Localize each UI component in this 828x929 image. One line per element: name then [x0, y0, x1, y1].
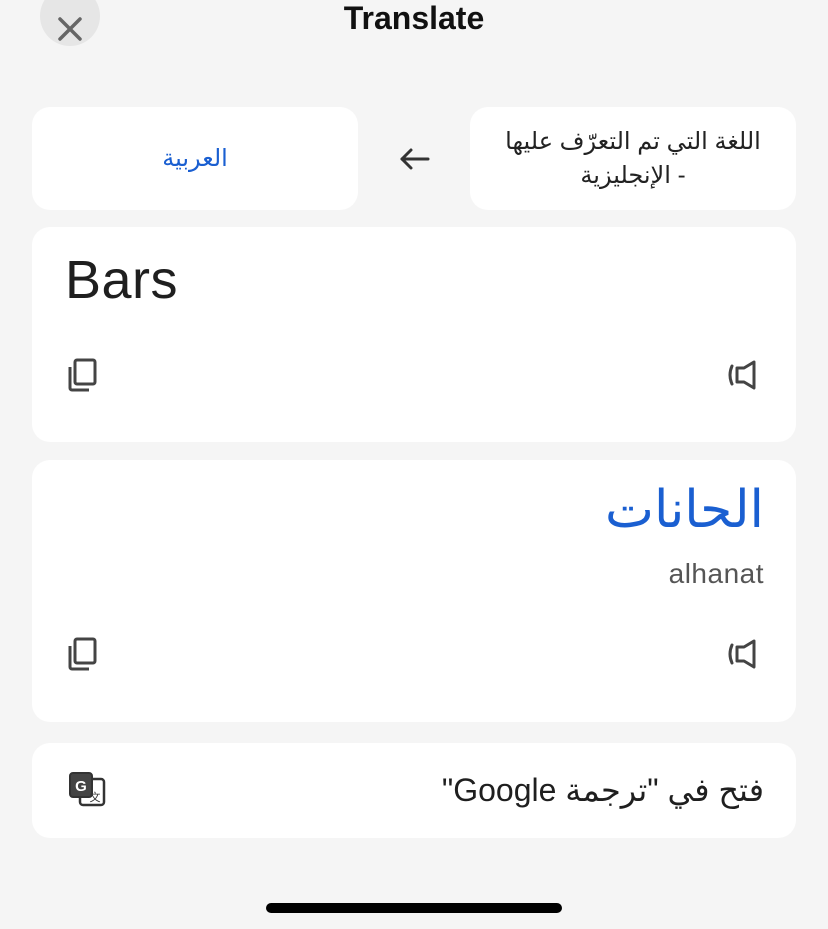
result-text: الحانات	[605, 481, 764, 539]
source-language-button[interactable]: اللغة التي تم التعرّف عليها - الإنجليزية	[470, 107, 796, 210]
speaker-icon[interactable]	[726, 636, 762, 672]
target-language-button[interactable]: العربية	[32, 107, 358, 210]
home-indicator	[266, 903, 562, 913]
speaker-icon[interactable]	[726, 357, 762, 393]
open-in-google-translate-button[interactable]: G 文 فتح في "ترجمة Google"	[32, 743, 796, 838]
open-in-google-translate-label: فتح في "ترجمة Google"	[441, 772, 764, 808]
source-language-label: اللغة التي تم التعرّف عليها - الإنجليزية	[505, 127, 761, 189]
google-translate-icon: G 文	[69, 772, 106, 807]
copy-icon[interactable]	[65, 636, 101, 672]
svg-text:G: G	[75, 778, 87, 795]
source-card: Bars	[32, 227, 796, 442]
page-title: Translate	[343, 0, 485, 36]
copy-icon[interactable]	[65, 357, 101, 393]
target-language-label: العربية	[162, 145, 228, 172]
transliteration-text: alhanat	[668, 558, 764, 589]
result-card: الحانات alhanat	[32, 460, 796, 722]
svg-text:文: 文	[90, 790, 101, 804]
swap-languages-icon[interactable]	[396, 145, 432, 173]
source-text: Bars	[65, 250, 179, 310]
